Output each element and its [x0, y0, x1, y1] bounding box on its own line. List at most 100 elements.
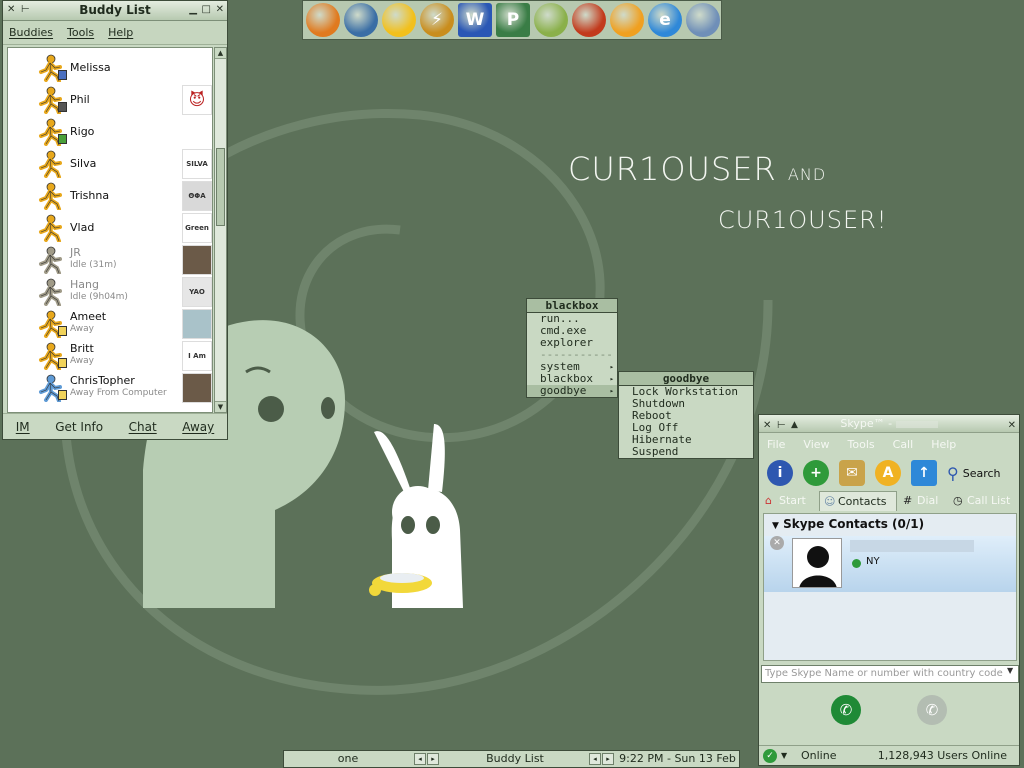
prev-window-icon[interactable]: ◂	[589, 753, 601, 765]
menu-call[interactable]: Call	[893, 438, 914, 451]
pin-icon[interactable]: ⊢	[777, 417, 786, 434]
maximize-icon[interactable]: □	[202, 4, 211, 16]
project-icon[interactable]: P	[496, 3, 530, 37]
thunderbird-icon[interactable]	[344, 3, 378, 37]
menu-item-explorer[interactable]: explorer	[527, 337, 617, 349]
chat-button[interactable]: Chat	[129, 420, 157, 434]
buddy-avatar-icon: Green Noodle	[182, 213, 212, 243]
remove-contact-icon[interactable]: ✕	[770, 536, 784, 550]
call-button[interactable]: ✆	[831, 695, 861, 725]
skype-statusbar: ✓ ▼ Online 1,128,943 Users Online	[759, 745, 1019, 765]
ie-icon[interactable]: e	[648, 3, 682, 37]
buddy-row[interactable]: Vlad Green Noodle	[8, 212, 212, 244]
aim-icon[interactable]	[382, 3, 416, 37]
info-icon[interactable]: i	[767, 460, 793, 486]
menu-item-suspend[interactable]: Suspend	[619, 446, 753, 458]
skype-name-input[interactable]: Type Skype Name or number with country c…	[761, 665, 1019, 683]
scroll-up-icon[interactable]: ▲	[215, 48, 226, 59]
buddy-row[interactable]: JR Idle (31m)	[8, 244, 212, 276]
buddy-row[interactable]: ChrisTopher Away From Computer	[8, 372, 212, 404]
close-icon[interactable]: ✕	[763, 417, 771, 434]
buddy-status: Away	[70, 356, 94, 366]
buddy-name: Britt	[70, 342, 94, 355]
buddy-list-pane: Melissa Phil 😈 Rigo Silva SILVA Trishna ΘΦΑ Vlad…	[7, 47, 213, 413]
im-button[interactable]: IM	[16, 420, 30, 434]
redacted-name	[895, 420, 938, 428]
buddy-row[interactable]: Melissa	[8, 52, 212, 84]
next-workspace-icon[interactable]: ▸	[427, 753, 439, 765]
close-window-icon[interactable]: ✕	[1008, 417, 1016, 434]
menu-file[interactable]: File	[767, 438, 785, 451]
tab-contacts[interactable]: ☺ Contacts	[819, 491, 897, 511]
tab-start[interactable]: ⌂ Start	[761, 491, 817, 511]
send-contacts-icon[interactable]: ✉	[839, 460, 865, 486]
buddy-name: Phil	[70, 93, 90, 106]
buddy-name: Trishna	[70, 189, 110, 202]
prev-workspace-icon[interactable]: ◂	[414, 753, 426, 765]
status-label[interactable]: Online	[801, 746, 836, 765]
close-window-icon[interactable]: ✕	[216, 4, 224, 16]
menu-help[interactable]: Help	[931, 438, 956, 451]
buddy-row[interactable]: Rigo	[8, 116, 212, 148]
minimize-icon[interactable]: ▁	[189, 4, 197, 16]
contact-row[interactable]: ✕ NY	[764, 536, 1016, 592]
pin-icon[interactable]: ⊢	[21, 4, 30, 16]
orange-dot-icon[interactable]	[610, 3, 644, 37]
window-label[interactable]: Buddy List	[442, 751, 588, 767]
menu-item-goodbye[interactable]: goodbye ▸	[527, 385, 617, 397]
buddy-row[interactable]: Hang Idle (9h04m) YAO	[8, 276, 212, 308]
buddy-status: Away	[70, 324, 94, 334]
status-icon	[852, 559, 861, 568]
workspace-label[interactable]: one	[284, 751, 412, 767]
brush-icon[interactable]	[534, 3, 568, 37]
firefox-icon[interactable]	[306, 3, 340, 37]
goodbye-submenu: goodbye Lock Workstation Shutdown Reboot…	[618, 371, 754, 459]
buddy-list-scrollbar[interactable]: ▲ ▼	[214, 47, 227, 413]
skype-toolbar: i + ✉ A ↑ ⚲ Search	[759, 455, 1019, 491]
tab-dial[interactable]: # Dial	[899, 491, 947, 511]
clock: 9:22 PM - Sun 13 Feb	[619, 752, 736, 765]
add-contact-icon[interactable]: +	[803, 460, 829, 486]
status-dropdown-icon[interactable]: ▼	[781, 746, 787, 765]
buddy-row[interactable]: Silva SILVA	[8, 148, 212, 180]
fire-icon[interactable]	[572, 3, 606, 37]
tab-call-list[interactable]: ◷ Call List	[949, 491, 1017, 511]
collapse-icon[interactable]: ▼	[772, 521, 779, 531]
scroll-down-icon[interactable]: ▼	[215, 401, 226, 412]
contacts-header-label: Skype Contacts (0/1)	[783, 517, 925, 531]
next-window-icon[interactable]: ▸	[602, 753, 614, 765]
buddy-row[interactable]: BrittAway I Am God	[8, 340, 212, 372]
menu-buddies[interactable]: Buddies	[9, 26, 53, 39]
home-icon: ⌂	[765, 494, 772, 507]
note-badge-icon	[58, 358, 67, 368]
shade-icon[interactable]: ▲	[791, 417, 798, 434]
menu-tools[interactable]: Tools	[848, 438, 875, 451]
buddy-row[interactable]: Trishna ΘΦΑ	[8, 180, 212, 212]
get-info-button[interactable]: Get Info	[55, 420, 103, 434]
buddy-row[interactable]: Phil 😈	[8, 84, 212, 116]
buddy-row[interactable]: Ameet Away	[8, 308, 212, 340]
winamp-icon[interactable]: ⚡	[420, 3, 454, 37]
search-button[interactable]: ⚲ Search	[947, 464, 1001, 483]
word-icon[interactable]: W	[458, 3, 492, 37]
menu-view[interactable]: View	[803, 438, 829, 451]
scroll-thumb[interactable]	[216, 148, 225, 226]
menu-help[interactable]: Help	[108, 26, 133, 39]
hangup-button[interactable]: ✆	[917, 695, 947, 725]
aim-buddy-icon	[38, 150, 64, 179]
aim-icon[interactable]: A	[875, 460, 901, 486]
tab-contacts-label: Contacts	[838, 495, 887, 508]
contacts-header[interactable]: ▼ Skype Contacts (0/1)	[764, 514, 1016, 534]
menu-tools[interactable]: Tools	[67, 26, 94, 39]
search-icon: ⚲	[947, 463, 959, 483]
status-check-icon[interactable]: ✓	[763, 749, 777, 763]
input-dropdown-icon[interactable]: ▼	[1007, 666, 1013, 675]
computer-icon[interactable]	[686, 3, 720, 37]
skype-titlebar[interactable]: ✕ ⊢ ▲ Skype™ - ✕	[759, 415, 1019, 433]
away-button[interactable]: Away	[182, 420, 214, 434]
wallpaper-subtitle: CUR1OUSER!	[718, 206, 888, 234]
buddy-list-titlebar[interactable]: ✕ ⊢ Buddy List ▁ □ ✕	[3, 1, 227, 21]
send-file-icon[interactable]: ↑	[911, 460, 937, 486]
close-icon[interactable]: ✕	[7, 4, 15, 16]
buddy-avatar-icon: ΘΦΑ	[182, 181, 212, 211]
